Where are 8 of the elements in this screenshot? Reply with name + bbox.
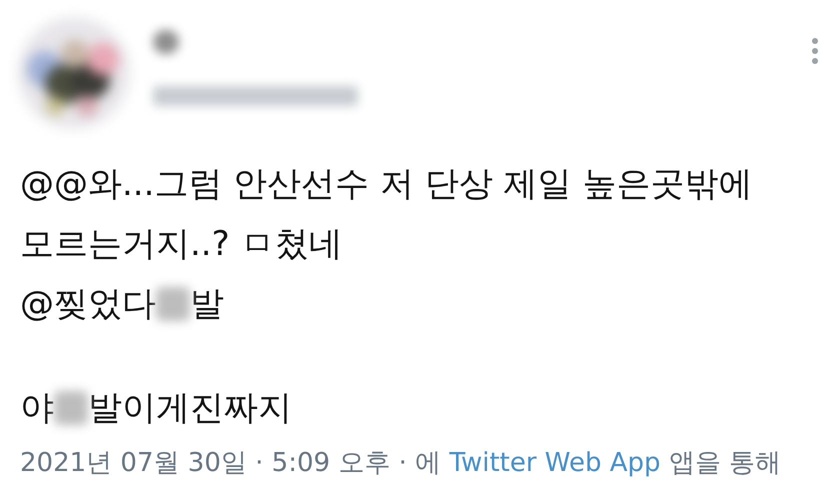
tweet-timestamp: 2021년 07월 30일 · 5:09 오후 · 에 Twitter Web App 앱을 통해 [19,447,782,480]
blurred-name [153,30,179,54]
tweet-text-line: 야 발이게진짜지 [20,387,293,430]
tweet-text-line: @@와...그럼 안산선수 저 단상 제일 높은곳밖에 [20,163,754,206]
source-link[interactable]: Twitter Web App [449,448,661,478]
more-options-icon[interactable] [810,38,820,64]
tweet-text-line: @찢었다 발 [20,283,225,326]
tweet-text-line: 모르는거지..? ㅁ쳤네 [20,223,344,266]
